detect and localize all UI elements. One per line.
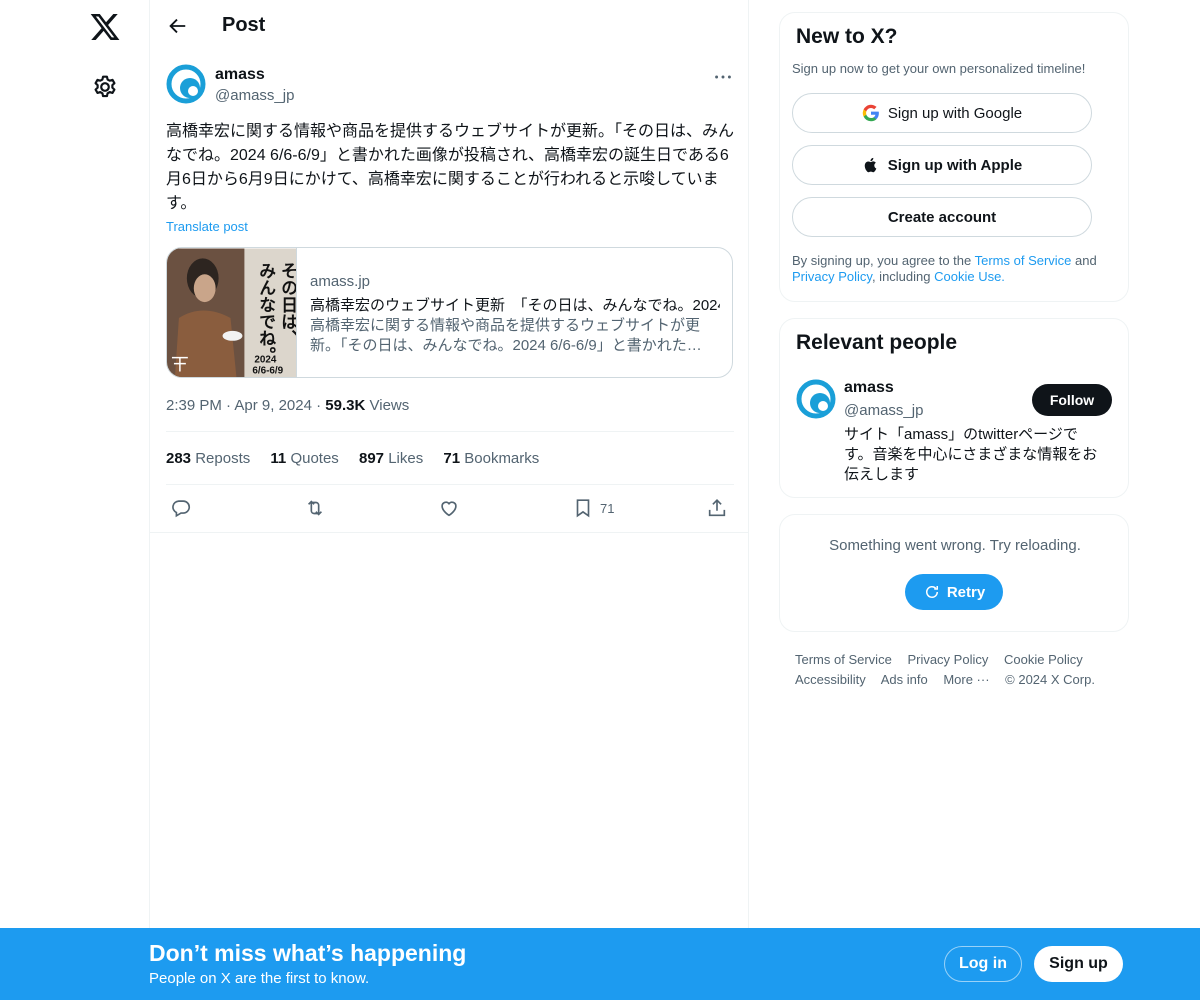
- post-text: 高橋幸宏に関する情報や商品を提供するウェブサイトが更新。「その日は、みんなでね。…: [166, 123, 735, 212]
- thumb-range: 6/6-6/9: [252, 366, 283, 377]
- card-domain: amass.jp: [310, 273, 371, 290]
- relevant-people-title: Relevant people: [796, 331, 958, 354]
- translate-post-link[interactable]: Translate post: [166, 219, 248, 234]
- footer-privacy[interactable]: Privacy Policy: [907, 652, 988, 667]
- more-icon[interactable]: [712, 66, 734, 88]
- bookmark-button[interactable]: 71: [572, 494, 614, 522]
- apple-signup-label: Sign up with Apple: [887, 156, 1023, 174]
- refresh-icon: [925, 586, 938, 598]
- follow-button[interactable]: Follow: [1032, 384, 1112, 416]
- footer-more[interactable]: More ···: [943, 672, 989, 687]
- stat-quotes[interactable]: 11 Quotes: [270, 450, 338, 467]
- gear-icon[interactable]: [92, 74, 118, 100]
- relevant-people-card: Relevant people amass @amass_jp サイト「amas…: [779, 318, 1129, 498]
- divider: [150, 532, 748, 533]
- footer-cookie[interactable]: Cookie Policy: [1004, 652, 1083, 667]
- error-message: Something went wrong. Try reloading.: [829, 537, 1081, 554]
- share-button[interactable]: [706, 494, 728, 522]
- new-to-x-title: New to X?: [796, 25, 898, 48]
- views-count: 59.3K: [325, 397, 366, 414]
- error-card: Something went wrong. Try reloading. Ret…: [779, 514, 1129, 632]
- share-icon: [708, 499, 726, 517]
- google-icon: [862, 104, 879, 122]
- page-title: Post: [222, 14, 266, 36]
- post-time[interactable]: 2:39 PM: [166, 397, 222, 414]
- create-account-label: Create account: [887, 208, 997, 226]
- create-account-button[interactable]: Create account: [792, 197, 1092, 237]
- signup-button[interactable]: Sign up: [1034, 946, 1123, 982]
- apple-icon: [864, 157, 877, 173]
- post-stats: 283 Reposts 11 Quotes 897 Likes 71 Bookm…: [166, 450, 555, 467]
- main-column: Post amass @amass_jp 高橋幸宏に関する情報や商品を提供するウ…: [149, 0, 749, 1000]
- retry-label: Retry: [946, 583, 986, 601]
- thumb-vertical-text-2: みんなでね。: [256, 262, 276, 363]
- card-thumbnail: その日は、 みんなでね。 2024 6/6-6/9: [167, 248, 297, 377]
- repost-button[interactable]: [304, 494, 326, 522]
- footer-accessibility[interactable]: Accessibility: [795, 672, 866, 687]
- author-name[interactable]: amass: [215, 66, 265, 84]
- divider: [166, 484, 734, 485]
- retry-button[interactable]: Retry: [905, 574, 1003, 610]
- x-logo-icon[interactable]: [89, 11, 121, 43]
- link-card[interactable]: その日は、 みんなでね。 2024 6/6-6/9 amass.jp 高橋幸宏の…: [166, 247, 733, 378]
- post-date[interactable]: Apr 9, 2024: [234, 397, 312, 414]
- thumb-vertical-text-1: その日は、: [278, 262, 297, 346]
- login-button[interactable]: Log in: [944, 946, 1022, 982]
- google-signup-label: Sign up with Google: [887, 104, 1023, 122]
- divider: [166, 431, 734, 432]
- person-handle[interactable]: @amass_jp: [844, 402, 923, 419]
- stat-reposts[interactable]: 283 Reposts: [166, 450, 250, 467]
- google-signup-button[interactable]: Sign up with Google: [792, 93, 1092, 133]
- reply-icon: [172, 500, 191, 518]
- new-to-x-subtitle: Sign up now to get your own personalized…: [792, 61, 1086, 76]
- signup-banner: Don’t miss what’s happening People on X …: [0, 928, 1200, 1000]
- avatar[interactable]: [166, 64, 206, 104]
- left-rail: [0, 0, 150, 1000]
- action-bar: 71: [166, 494, 734, 524]
- person-name[interactable]: amass: [844, 379, 894, 397]
- bookmark-count: 71: [600, 500, 615, 516]
- footer-terms[interactable]: Terms of Service: [795, 652, 892, 667]
- banner-subtext: People on X are the first to know.: [149, 970, 370, 987]
- card-description: 高橋幸宏に関する情報や商品を提供するウェブサイトが更新。「その日は、みんなでね。…: [310, 317, 702, 354]
- repost-icon: [307, 500, 323, 516]
- back-arrow-icon[interactable]: [166, 15, 188, 37]
- stat-bookmarks[interactable]: 71 Bookmarks: [443, 450, 539, 467]
- signup-legal-text: By signing up, you agree to the Terms of…: [792, 253, 1097, 284]
- thumb-year: 2024: [254, 355, 277, 366]
- footer-ads-info[interactable]: Ads info: [881, 672, 928, 687]
- views-label: Views: [369, 397, 410, 414]
- post-meta: 2:39 PM · Apr 9, 2024 · 59.3K Views: [166, 397, 410, 414]
- apple-signup-button[interactable]: Sign up with Apple: [792, 145, 1092, 185]
- card-title: 高橋幸宏のウェブサイト更新 「その日は、みんなでね。2024 6/6-6/9」: [310, 297, 720, 314]
- top-bar: Post: [150, 0, 750, 53]
- reply-button[interactable]: [170, 494, 192, 522]
- bookmark-icon: [576, 499, 590, 518]
- like-button[interactable]: [438, 494, 460, 522]
- privacy-link[interactable]: Privacy Policy: [792, 269, 872, 284]
- footer-copyright: © 2024 X Corp.: [1005, 672, 1095, 687]
- person-bio: サイト「amass」のtwitterページです。音楽を中心にさまざまな情報をお伝…: [844, 426, 1098, 483]
- banner-headline: Don’t miss what’s happening: [149, 940, 467, 966]
- avatar[interactable]: [796, 379, 836, 419]
- footer-links: Terms of Service Privacy Policy Cookie P…: [795, 650, 1125, 690]
- new-to-x-card: New to X? Sign up now to get your own pe…: [779, 12, 1129, 302]
- cookie-link[interactable]: Cookie Use.: [934, 269, 1005, 284]
- stat-likes[interactable]: 897 Likes: [359, 450, 423, 467]
- author-handle[interactable]: @amass_jp: [215, 87, 294, 104]
- terms-link[interactable]: Terms of Service: [975, 253, 1072, 268]
- post-author: amass @amass_jp: [166, 64, 734, 108]
- heart-icon: [441, 501, 457, 517]
